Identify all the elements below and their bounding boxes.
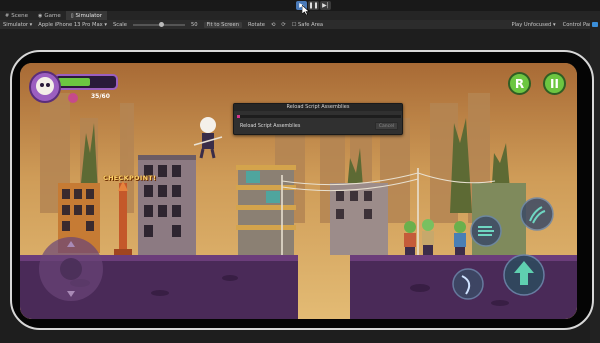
scaffold-building (236, 165, 296, 255)
scene-icon: # (5, 13, 10, 19)
tab-label: Scene (11, 13, 28, 19)
tab-simulator[interactable]: ▯ Simulator (65, 11, 108, 20)
fit-to-screen-button[interactable]: Fit to Screen (203, 21, 242, 28)
simulator-icon: ▯ (70, 13, 74, 19)
checkpoint-text: CHECKPOINT! (103, 174, 157, 182)
tab-game[interactable]: ◉ Game (33, 11, 66, 20)
tab-scene[interactable]: # Scene (0, 11, 33, 20)
view-tabs: # Scene ◉ Game ▯ Simulator (0, 11, 600, 20)
safe-area-label: Safe Area (298, 21, 324, 28)
device-dropdown[interactable]: Apple iPhone 13 Pro Max ▾ (38, 22, 107, 28)
scale-slider-knob[interactable] (158, 21, 164, 27)
virtual-joystick[interactable] (37, 235, 105, 303)
game-screen[interactable]: 35/60 R II CHECKPOINT! (20, 63, 577, 319)
game-icon: ◉ (37, 13, 43, 19)
safe-area-icon: ☐ (291, 21, 297, 28)
pause-game-button[interactable]: II (543, 72, 566, 95)
restart-button[interactable]: R (508, 72, 531, 95)
tab-label: Simulator (75, 13, 103, 19)
slash-attack-button[interactable] (452, 268, 484, 300)
player-hud (29, 71, 118, 103)
scale-slider[interactable] (132, 21, 185, 27)
rotate-left-icon[interactable]: ⟲ (271, 22, 275, 28)
tab-label: Game (44, 13, 61, 19)
rotate-label: Rotate (247, 21, 265, 28)
jump-button[interactable] (502, 253, 546, 297)
scale-label: Scale (112, 21, 127, 28)
mouse-cursor-icon (302, 5, 310, 15)
progress-fill (237, 115, 241, 118)
simulator-toolbar: Simulator ▾ Apple iPhone 13 Pro Max ▾ Sc… (0, 20, 600, 29)
hp-counter: 35/60 (91, 93, 110, 100)
safe-area-toggle[interactable]: ☐ Safe Area (292, 22, 323, 28)
mode-dropdown[interactable]: Simulator ▾ (3, 22, 32, 28)
cancel-button[interactable]: Cancel (375, 122, 398, 130)
claw-attack-button[interactable] (520, 197, 554, 231)
dialog-message: Reload Script Assemblies (240, 124, 301, 129)
middle-building (138, 155, 196, 258)
progress-bar (237, 115, 401, 118)
scale-value: 50 (190, 21, 198, 28)
reload-assemblies-dialog: Reload Script Assemblies Reload Script A… (233, 103, 403, 135)
rotate-right-icon[interactable]: ⟳ (281, 22, 285, 28)
editor-top-bar: ▶ ❚❚ ▶| (0, 0, 600, 11)
play-mode-dropdown[interactable]: Play Unfocused ▾ (511, 22, 555, 28)
dash-button[interactable] (470, 215, 502, 247)
dialog-title: Reload Script Assemblies (234, 104, 402, 111)
step-button[interactable]: ▶| (320, 1, 331, 10)
panel-tab-icon[interactable] (592, 22, 598, 27)
